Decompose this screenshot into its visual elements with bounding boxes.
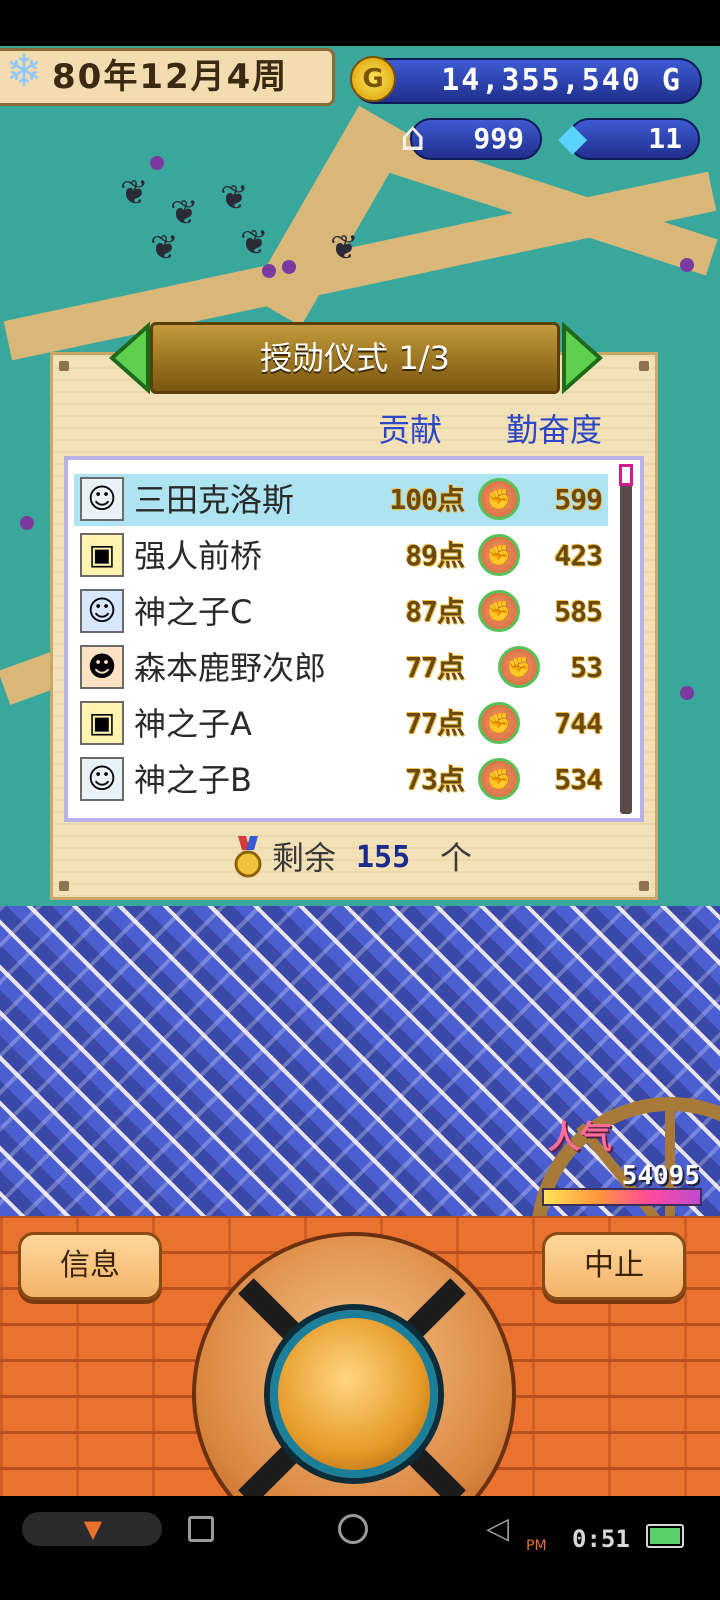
home-button[interactable]	[338, 1514, 368, 1544]
dead-tree-icon: ❦	[120, 173, 149, 213]
panel-corner	[639, 361, 649, 371]
contribution-points: 87点	[405, 595, 465, 628]
coin-icon: G	[350, 56, 396, 102]
avatar: ☺	[80, 589, 124, 633]
next-page-button[interactable]	[560, 322, 604, 394]
remaining-label: 剩余	[272, 839, 337, 877]
panel-corner	[59, 881, 69, 891]
flower-icon	[680, 686, 694, 700]
gem-icon: ◆	[558, 115, 588, 159]
list-item[interactable]: ☻ 森本鹿野次郎 77点 ✊ 53	[74, 642, 608, 694]
money-display: 14,355,540 G	[352, 58, 702, 104]
staff-name: 森本鹿野次郎	[134, 649, 327, 687]
contribution-points: 100点	[389, 483, 465, 516]
contribution-points: 73点	[405, 763, 465, 796]
avatar: ☺	[80, 477, 124, 521]
back-button[interactable]: ◁	[486, 1512, 518, 1546]
column-header-contribution: 贡献	[377, 411, 442, 449]
avatar: ▣	[80, 533, 124, 577]
dead-tree-icon: ❦	[240, 223, 269, 263]
staff-name: 三田克洛斯	[134, 481, 295, 519]
diligence-value: 744	[554, 707, 603, 740]
dead-tree-icon: ❦	[150, 228, 179, 268]
fist-icon: ✊	[478, 534, 520, 576]
remaining-unit: 个	[440, 839, 473, 877]
medal-icon	[234, 836, 262, 878]
contribution-points: 77点	[405, 707, 465, 740]
panel-corner	[639, 881, 649, 891]
recents-button[interactable]	[188, 1516, 214, 1542]
staff-name: 神之子B	[134, 761, 252, 799]
diligence-value: 585	[554, 595, 603, 628]
diligence-value: 53	[570, 651, 603, 684]
ampm-indicator: PM	[526, 1538, 547, 1554]
diligence-value: 534	[554, 763, 603, 796]
list-item[interactable]: ☺ 神之子C 87点 ✊ 585	[74, 586, 608, 638]
scrollbar-thumb[interactable]	[619, 464, 633, 486]
fist-icon: ✊	[478, 590, 520, 632]
fist-icon: ✊	[478, 702, 520, 744]
contribution-points: 89点	[405, 539, 465, 572]
date-display: 80年12月4周	[52, 57, 289, 97]
list-item[interactable]: ☺ 三田克洛斯 100点 ✊ 599	[74, 474, 608, 526]
arrow-left-icon	[108, 322, 150, 394]
column-header-diligence: 勤奋度	[505, 411, 602, 449]
staff-name: 强人前桥	[134, 537, 263, 575]
flower-icon	[262, 264, 276, 278]
battery-icon	[646, 1524, 684, 1548]
info-button[interactable]: 信息	[18, 1232, 162, 1300]
flower-icon	[150, 156, 164, 170]
staff-name: 神之子A	[134, 705, 252, 743]
popularity-bar	[542, 1188, 702, 1206]
avatar: ▣	[80, 701, 124, 745]
arrow-right-icon	[562, 322, 604, 394]
dial-center-button[interactable]	[270, 1310, 438, 1478]
avatar: ☺	[80, 757, 124, 801]
flower-icon	[680, 258, 694, 272]
list-item[interactable]: ▣ 神之子A 77点 ✊ 744	[74, 698, 608, 750]
dead-tree-icon: ❦	[330, 228, 359, 268]
fist-icon: ✊	[478, 758, 520, 800]
fist-icon: ✊	[478, 478, 520, 520]
list-item[interactable]: ▣ 强人前桥 89点 ✊ 423	[74, 530, 608, 582]
dead-tree-icon: ❦	[170, 193, 199, 233]
list-item[interactable]: ☺ 神之子B 73点 ✊ 534	[74, 754, 608, 806]
flower-icon	[282, 260, 296, 274]
panel-title: 授勋仪式 1/3	[260, 339, 450, 377]
chevron-down-icon: ▼	[83, 1515, 103, 1543]
panel-corner	[59, 361, 69, 371]
snowflake-icon: ❄	[5, 46, 43, 97]
popularity-label: 人气	[548, 1118, 613, 1156]
map-road	[249, 105, 411, 327]
stop-button[interactable]: 中止	[542, 1232, 686, 1300]
clock: 0:51	[572, 1525, 630, 1553]
contribution-points: 77点	[405, 651, 465, 684]
remaining-value: 155	[356, 840, 411, 875]
flower-icon	[20, 516, 34, 530]
staff-name: 神之子C	[134, 593, 253, 631]
diligence-value: 423	[554, 539, 603, 572]
scrollbar[interactable]	[620, 464, 632, 814]
avatar: ☻	[80, 645, 124, 689]
battery-level	[650, 1528, 680, 1544]
diligence-value: 599	[554, 483, 603, 516]
dead-tree-icon: ❦	[220, 178, 249, 218]
house-icon: ⌂	[400, 114, 426, 160]
prev-page-button[interactable]	[108, 322, 152, 394]
status-bar	[0, 0, 720, 46]
